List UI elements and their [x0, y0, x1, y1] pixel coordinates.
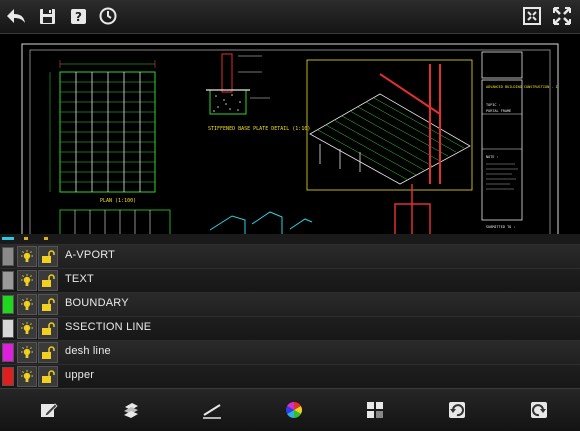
color-column-header [2, 237, 14, 240]
base-plate-detail: STIFFENED BASE PLATE DETAIL (1:10) [206, 53, 310, 132]
unlock-icon[interactable] [38, 366, 58, 387]
lightbulb-icon[interactable] [17, 270, 37, 291]
help-icon[interactable]: ? [67, 5, 89, 27]
portal-label: PORTAL FRAME [486, 109, 511, 113]
layer-color-swatch[interactable] [2, 295, 14, 314]
lightbulb-icon[interactable] [17, 294, 37, 315]
visibility-column-header [24, 237, 28, 240]
layers-panel: A-VPORT TEXT BOUNDARY SSECTION LINE desh lin… [0, 234, 580, 389]
detail-label: STIFFENED BASE PLATE DETAIL (1:10) [208, 126, 310, 132]
layers-header [0, 234, 580, 245]
layer-name: TEXT [65, 273, 94, 285]
unlock-icon[interactable] [38, 342, 58, 363]
topic-label: TOPIC : [486, 103, 501, 107]
layer-color-swatch[interactable] [2, 319, 14, 338]
title-block: ADVANCED BUILDING CONSTRUCTION - I TOPIC… [481, 51, 558, 229]
unlock-icon[interactable] [38, 246, 58, 267]
section-outline [209, 211, 313, 234]
line-draw-icon[interactable] [202, 400, 222, 420]
svg-text:STIFFENED BASE PLATE DETAIL (1: STIFFENED BASE PLATE DETAIL (1:10) [208, 126, 310, 132]
back-arrow-icon[interactable] [5, 5, 27, 27]
layer-row[interactable]: SSECTION LINE [0, 317, 580, 341]
layer-color-swatch[interactable] [2, 247, 14, 266]
layer-name: upper [65, 369, 95, 381]
column-detail [394, 184, 431, 234]
bottom-toolbar [0, 388, 580, 431]
save-icon[interactable] [36, 5, 58, 27]
drawing-canvas[interactable]: PLAN (1:100) STIFFENED BASE PLATE DETAIL… [0, 34, 580, 234]
layers-icon[interactable] [121, 400, 141, 420]
layer-name: SSECTION LINE [65, 321, 152, 333]
svg-text:?: ? [75, 10, 82, 24]
layer-color-swatch[interactable] [2, 271, 14, 290]
color-wheel-icon[interactable] [284, 400, 304, 420]
lightbulb-icon[interactable] [17, 342, 37, 363]
zoom-extents-icon[interactable] [521, 5, 543, 27]
unlock-icon[interactable] [38, 318, 58, 339]
fullscreen-icon[interactable] [551, 5, 573, 27]
layer-row[interactable]: A-VPORT [0, 245, 580, 269]
lock-column-header [44, 237, 48, 240]
plan-drawing: PLAN (1:100) [49, 60, 171, 234]
lightbulb-icon[interactable] [17, 246, 37, 267]
lightbulb-icon[interactable] [17, 318, 37, 339]
unlock-icon[interactable] [38, 270, 58, 291]
layer-row[interactable]: desh line [0, 341, 580, 365]
edit-layer-icon[interactable] [39, 400, 59, 420]
plan-label: PLAN (1:100) [100, 198, 136, 204]
layer-row[interactable]: upper [0, 365, 580, 389]
undo-icon[interactable] [447, 400, 467, 420]
portal-frame-3d-view [306, 59, 473, 191]
course-label: ADVANCED BUILDING CONSTRUCTION - I [486, 85, 558, 89]
top-toolbar: ? [0, 0, 580, 34]
submitted-label: SUBMITTED TO : [486, 225, 516, 229]
lightbulb-icon[interactable] [17, 366, 37, 387]
layer-list: A-VPORT TEXT BOUNDARY SSECTION LINE desh lin… [0, 245, 580, 389]
redo-icon[interactable] [529, 400, 549, 420]
layer-color-swatch[interactable] [2, 367, 14, 386]
layer-name: A-VPORT [65, 249, 116, 261]
note-label: NOTE : [486, 155, 499, 159]
layer-color-swatch[interactable] [2, 343, 14, 362]
layer-row[interactable]: TEXT [0, 269, 580, 293]
history-clock-icon[interactable] [97, 5, 119, 27]
layer-name: BOUNDARY [65, 297, 129, 309]
unlock-icon[interactable] [38, 294, 58, 315]
blocks-icon[interactable] [365, 400, 385, 420]
layer-row[interactable]: BOUNDARY [0, 293, 580, 317]
layer-name: desh line [65, 345, 111, 357]
